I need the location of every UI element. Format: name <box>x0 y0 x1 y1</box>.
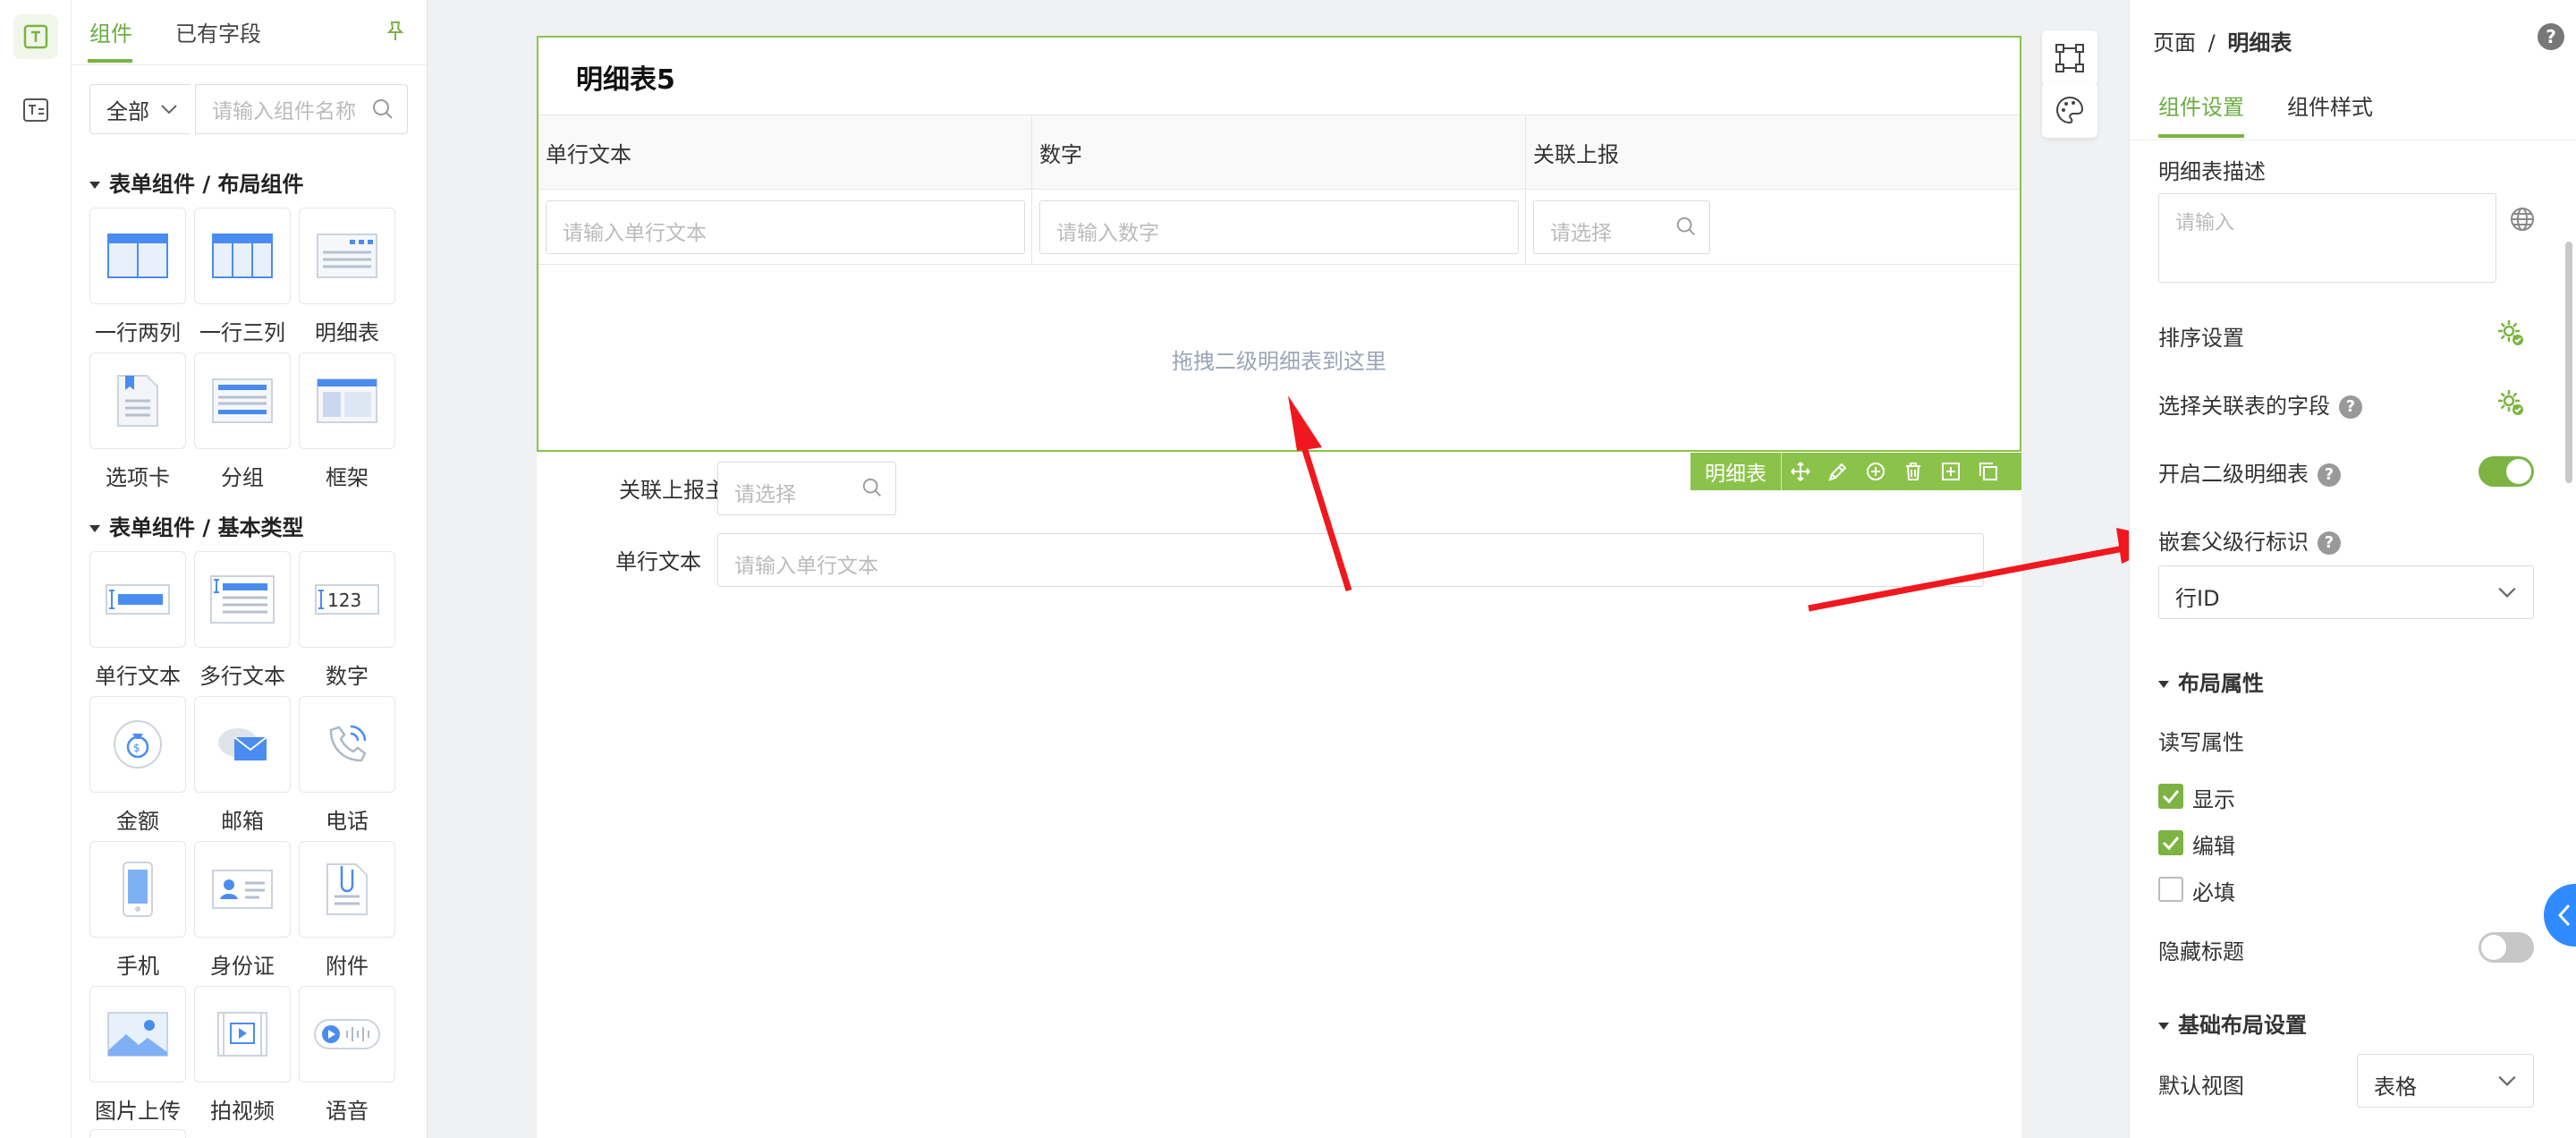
chevron-down-icon <box>2498 1075 2516 1086</box>
breadcrumb: 页面 / 明细表 <box>2153 25 2292 56</box>
active-tab-underline <box>2158 134 2244 138</box>
help-icon[interactable]: ? <box>2538 23 2564 50</box>
sort-label: 排序设置 <box>2158 326 2244 351</box>
default-view-select[interactable]: 表格 <box>2357 1054 2534 1108</box>
default-view-label: 默认视图 <box>2158 1074 2244 1099</box>
show-label: 显示 <box>2192 787 2235 812</box>
breadcrumb-current: 明细表 <box>2227 30 2292 55</box>
chevron-down-icon <box>2498 587 2516 598</box>
assoc-fields-label: 选择关联表的字段? <box>2158 388 2362 420</box>
tab-component-settings[interactable]: 组件设置 <box>2158 89 2244 121</box>
enable-sub-label: 开启二级明细表? <box>2158 456 2341 488</box>
nested-parent-text: 嵌套父级行标识 <box>2158 530 2309 555</box>
help-icon[interactable]: ? <box>2318 463 2341 487</box>
basic-layout-text: 基础布局设置 <box>2178 1013 2307 1038</box>
edit-label: 编辑 <box>2192 834 2235 859</box>
layout-props-text: 布局属性 <box>2178 671 2264 696</box>
hide-title-label: 隐藏标题 <box>2158 939 2244 964</box>
toggle-knob <box>2481 935 2506 960</box>
rw-label: 读写属性 <box>2158 730 2244 755</box>
settings-gear-icon[interactable] <box>2496 318 2525 347</box>
help-icon[interactable]: ? <box>2318 531 2341 555</box>
show-checkbox[interactable] <box>2158 784 2183 809</box>
properties-panel: 页面 / 明细表 ? 组件设置 组件样式 明细表描述 请输入 排序设置 选择关联… <box>2129 0 2576 1138</box>
assoc-fields-text: 选择关联表的字段 <box>2158 394 2330 419</box>
settings-gear-icon[interactable] <box>2496 388 2525 417</box>
help-icon[interactable]: ? <box>2339 395 2362 419</box>
edit-checkbox[interactable] <box>2158 830 2183 855</box>
nested-parent-value: 行ID <box>2175 586 2220 611</box>
nested-parent-select[interactable]: 行ID <box>2158 565 2534 619</box>
required-checkbox[interactable] <box>2158 877 2183 902</box>
desc-label: 明细表描述 <box>2158 159 2266 184</box>
caret-down-icon <box>2158 1023 2169 1030</box>
tab-component-style[interactable]: 组件样式 <box>2287 89 2373 121</box>
hide-title-toggle[interactable] <box>2479 932 2534 963</box>
caret-down-icon <box>2158 681 2169 688</box>
description-textarea[interactable]: 请输入 <box>2158 193 2496 283</box>
breadcrumb-root[interactable]: 页面 <box>2153 30 2196 55</box>
layout-props-title[interactable]: 布局属性 <box>2158 666 2264 697</box>
chevron-left-icon <box>2557 904 2571 927</box>
toggle-knob <box>2506 459 2531 484</box>
breadcrumb-separator: / <box>2207 30 2216 55</box>
nested-parent-label: 嵌套父级行标识? <box>2158 524 2341 556</box>
enable-sub-text: 开启二级明细表 <box>2158 462 2309 487</box>
enable-subtable-toggle[interactable] <box>2479 456 2534 487</box>
basic-layout-title[interactable]: 基础布局设置 <box>2158 1007 2307 1039</box>
globe-icon[interactable] <box>2509 206 2536 233</box>
required-label: 必填 <box>2192 880 2235 905</box>
properties-scrollbar[interactable] <box>2565 242 2572 483</box>
default-view-value: 表格 <box>2374 1074 2417 1100</box>
arrow-head <box>1288 395 1322 451</box>
